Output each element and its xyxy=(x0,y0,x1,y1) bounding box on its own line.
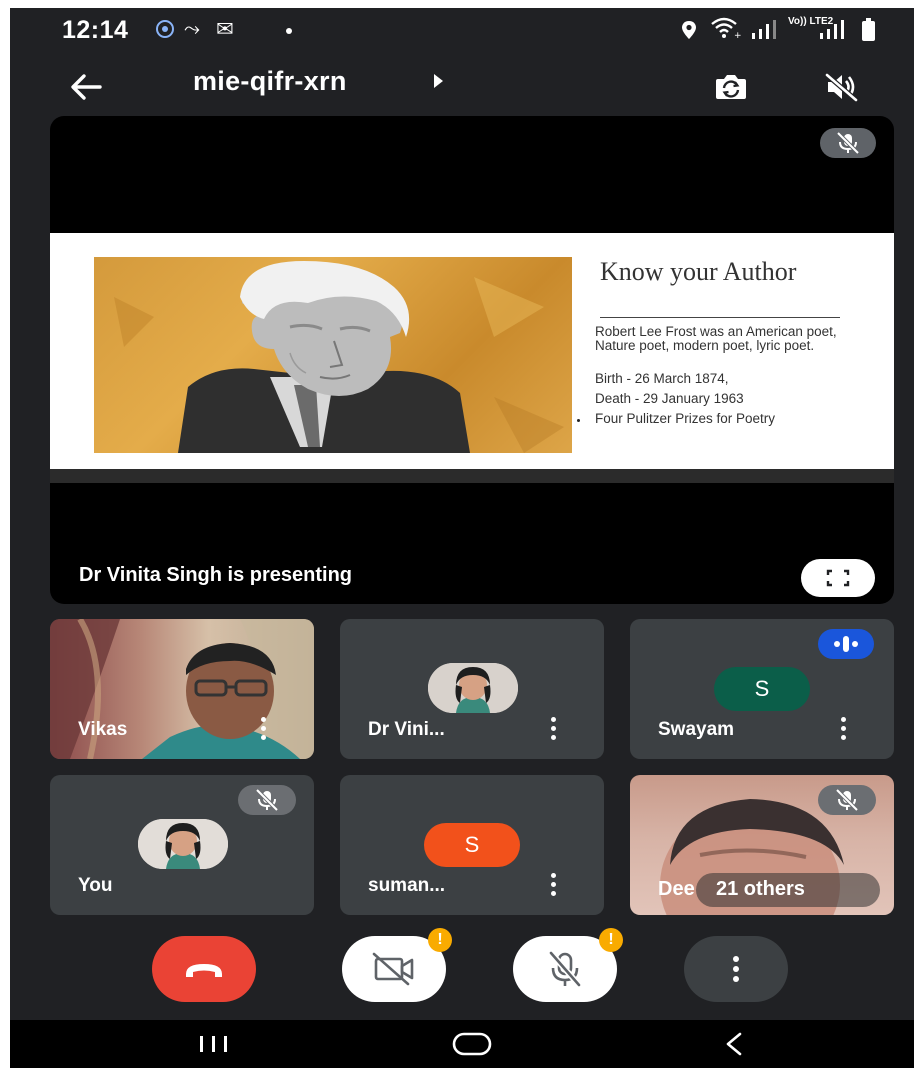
home-icon xyxy=(452,1032,492,1056)
participant-menu-button[interactable] xyxy=(546,873,560,897)
switch-camera-button[interactable] xyxy=(706,62,756,112)
shared-slide: Know your Author Robert Lee Frost was an… xyxy=(50,233,894,469)
author-portrait xyxy=(94,257,572,453)
system-back-button[interactable] xyxy=(704,1028,764,1060)
camera-toggle-button[interactable]: ! xyxy=(342,928,452,1002)
participant-menu-button[interactable] xyxy=(546,717,560,741)
battery-icon xyxy=(862,18,875,41)
mic-toggle-button[interactable]: ! xyxy=(513,928,623,1002)
status-bar: 12:14 ⤳ ✉ + Vo)) LTE2 xyxy=(10,8,914,52)
participant-tile-suman[interactable]: S suman... xyxy=(340,775,604,915)
participant-name: Swayam xyxy=(658,719,735,740)
participant-name: Dee xyxy=(658,878,695,900)
back-button[interactable] xyxy=(62,62,112,112)
presenting-label: Dr Vinita Singh is presenting xyxy=(79,564,353,586)
participant-tile-others[interactable]: Dee 21 others xyxy=(630,775,894,915)
portrait-illustration xyxy=(114,261,564,453)
more-vert-dot xyxy=(841,726,846,731)
more-vert-dot xyxy=(551,717,556,722)
more-vert-dot xyxy=(261,717,266,722)
status-time: 12:14 xyxy=(62,16,129,44)
wifi-icon: + xyxy=(711,17,742,40)
participant-name: Vikas xyxy=(78,719,128,740)
participant-name: Dr Vini... xyxy=(368,719,445,740)
participant-tile-swayam[interactable]: S Swayam xyxy=(630,619,894,759)
muted-badge xyxy=(818,785,876,815)
participant-menu-button[interactable] xyxy=(256,717,270,741)
mic-warning-badge: ! xyxy=(599,928,623,952)
speaker-off-button[interactable] xyxy=(816,62,866,112)
caret-right-icon[interactable] xyxy=(434,74,443,88)
mic-off-icon xyxy=(255,788,279,812)
more-vert-dot xyxy=(551,726,556,731)
mic-off-icon xyxy=(836,131,860,155)
presenter-muted-badge xyxy=(820,128,876,158)
switch-camera-icon xyxy=(716,75,746,99)
signal-icon xyxy=(752,20,776,39)
meet-screen: 12:14 ⤳ ✉ + Vo)) LTE2 mie-qifr-xrn Know … xyxy=(10,8,914,1068)
participant-tile-vikas[interactable]: Vikas xyxy=(50,619,314,759)
participant-name: You xyxy=(78,875,113,896)
participant-tile-dr-vinita[interactable]: Dr Vini... xyxy=(340,619,604,759)
slide-prizes: Four Pulitzer Prizes for Poetry xyxy=(595,411,776,426)
others-count-label[interactable]: 21 others xyxy=(716,878,805,901)
meeting-header: mie-qifr-xrn xyxy=(10,52,914,122)
slide-death: Death - 29 January 1963 xyxy=(595,391,744,406)
system-nav-bar xyxy=(10,1020,914,1068)
muted-badge xyxy=(238,785,296,815)
mic-off-icon xyxy=(835,788,859,812)
slide-footer-strip xyxy=(50,469,894,483)
slide-bullet xyxy=(577,419,580,422)
participant-tile-you[interactable]: You xyxy=(50,775,314,915)
avatar-photo-icon xyxy=(138,819,228,869)
svg-text:+: + xyxy=(734,31,742,40)
more-vert-icon xyxy=(733,956,739,982)
participant-menu-button[interactable] xyxy=(836,717,850,741)
more-vert-dot xyxy=(551,891,556,896)
slide-divider xyxy=(600,317,840,318)
camera-warning-badge: ! xyxy=(428,928,452,952)
letter-avatar: S xyxy=(714,667,810,711)
avatar xyxy=(428,663,518,713)
letter-avatar: S xyxy=(424,823,520,867)
slide-description: Robert Lee Frost was an American poet, N… xyxy=(595,324,837,353)
more-vert-dot xyxy=(551,873,556,878)
avatar xyxy=(138,819,228,869)
fullscreen-button[interactable] xyxy=(801,559,875,597)
home-button[interactable] xyxy=(442,1028,502,1060)
phone-frame: 12:14 ⤳ ✉ + Vo)) LTE2 mie-qifr-xrn Know … xyxy=(0,0,924,1076)
audio-level-icon xyxy=(834,636,858,652)
more-vert-dot xyxy=(841,735,846,740)
participant-name: suman... xyxy=(368,875,446,896)
chevron-left-icon xyxy=(726,1032,742,1056)
location-icon xyxy=(682,21,696,39)
arrow-back-icon xyxy=(71,74,102,100)
avatar-photo-icon xyxy=(428,663,518,713)
slide-heading: Know your Author xyxy=(600,257,797,286)
more-vert-dot xyxy=(841,717,846,722)
speaking-indicator xyxy=(818,629,874,659)
gmail-icon: ✉ xyxy=(216,18,234,41)
more-notifications-icon xyxy=(286,28,292,34)
end-call-button[interactable] xyxy=(152,936,256,1002)
more-vert-dot xyxy=(261,735,266,740)
more-options-button[interactable] xyxy=(684,936,788,1002)
recents-button[interactable] xyxy=(184,1028,244,1060)
recents-icon xyxy=(200,1036,227,1052)
meet-status-icon xyxy=(156,20,174,38)
more-vert-dot xyxy=(261,726,266,731)
slide-birth: Birth - 26 March 1874, xyxy=(595,371,729,386)
signal-2-icon xyxy=(820,20,844,39)
fullscreen-icon xyxy=(826,569,850,587)
missed-call-icon: ⤳ xyxy=(184,18,200,40)
volume-off-icon xyxy=(825,73,858,102)
presentation-view[interactable]: Know your Author Robert Lee Frost was an… xyxy=(50,116,894,604)
meeting-code-title[interactable]: mie-qifr-xrn xyxy=(193,66,347,97)
call-end-icon xyxy=(186,964,222,977)
more-vert-dot xyxy=(551,735,556,740)
more-vert-dot xyxy=(551,882,556,887)
